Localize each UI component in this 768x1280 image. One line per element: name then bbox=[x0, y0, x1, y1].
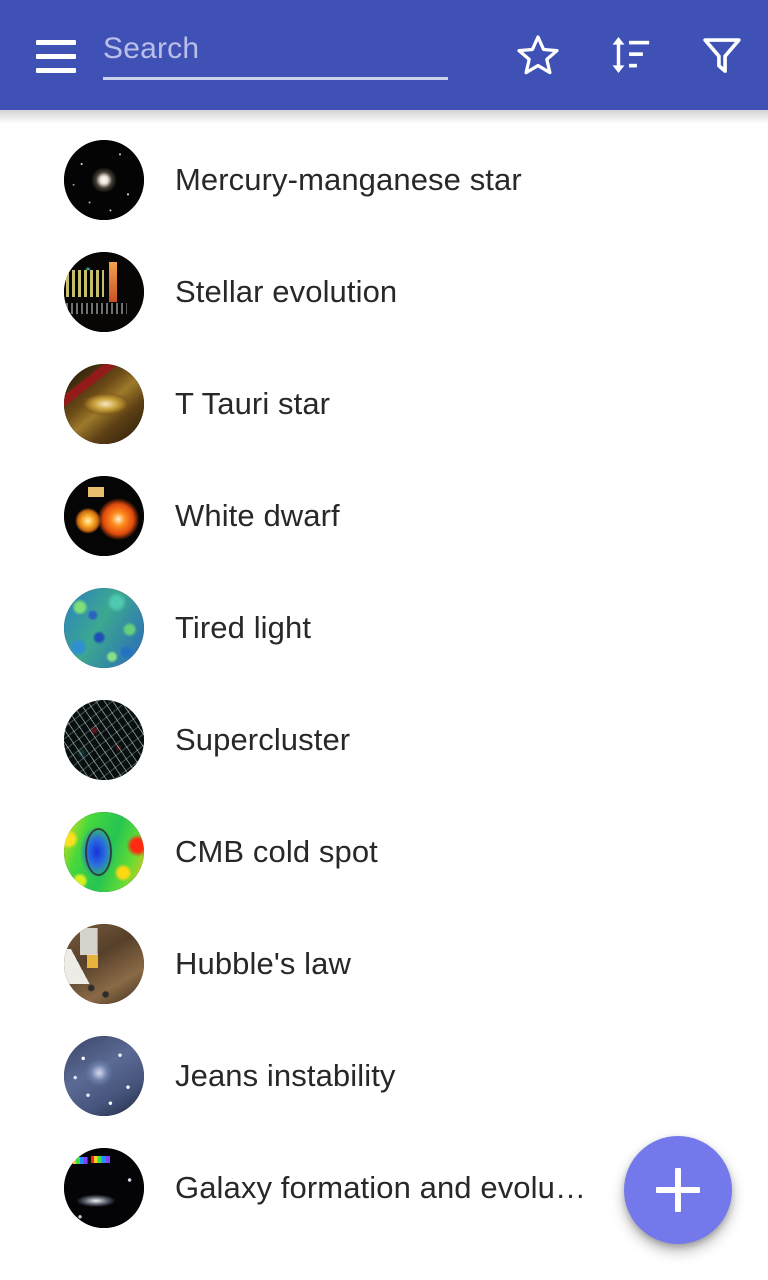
thumbnail-image bbox=[64, 140, 144, 220]
thumbnail-image bbox=[64, 588, 144, 668]
list-item[interactable]: Hubble's law bbox=[0, 908, 768, 1020]
toolbar-shadow bbox=[0, 110, 768, 124]
thumbnail-image bbox=[64, 252, 144, 332]
list-item[interactable]: Jeans instability bbox=[0, 1020, 768, 1132]
list-item-label: Supercluster bbox=[175, 722, 351, 757]
list-item-label: Jeans instability bbox=[175, 1058, 396, 1093]
list-item-label: Stellar evolution bbox=[175, 274, 398, 309]
cold-spot-ellipse-marker bbox=[84, 828, 112, 876]
thumbnail-image bbox=[64, 1036, 144, 1116]
list-item[interactable]: White dwarf bbox=[0, 460, 768, 572]
add-button[interactable] bbox=[624, 1136, 732, 1244]
list-item-label: T Tauri star bbox=[175, 386, 331, 421]
thumbnail-mercury-manganese-star bbox=[64, 140, 144, 220]
hamburger-menu-icon[interactable] bbox=[28, 28, 84, 84]
thumbnail-image bbox=[64, 700, 144, 780]
thumbnail-hubbles-law bbox=[64, 924, 144, 1004]
thumbnail-white-dwarf bbox=[64, 476, 144, 556]
app-root: Mercury-manganese star Stellar evolution T… bbox=[0, 0, 768, 1280]
menu-line bbox=[36, 67, 76, 73]
thumbnail-t-tauri-star bbox=[64, 364, 144, 444]
thumbnail-supercluster bbox=[64, 700, 144, 780]
thumbnail-galaxy-formation-and-evolution bbox=[64, 1148, 144, 1228]
thumbnail-image bbox=[64, 476, 144, 556]
thumbnail-jeans-instability bbox=[64, 1036, 144, 1116]
filter-funnel-icon bbox=[699, 32, 745, 78]
menu-line bbox=[36, 53, 76, 59]
top-app-bar bbox=[0, 0, 768, 110]
search-underline bbox=[103, 77, 448, 80]
list-item[interactable]: CMB cold spot bbox=[0, 796, 768, 908]
thumbnail-tired-light bbox=[64, 588, 144, 668]
list-item[interactable]: Mercury-manganese star bbox=[0, 124, 768, 236]
list-item[interactable]: Supercluster bbox=[0, 684, 768, 796]
list-item-label: Tired light bbox=[175, 610, 312, 645]
toolbar-actions bbox=[492, 0, 768, 110]
sort-button[interactable] bbox=[584, 0, 676, 110]
star-outline-icon bbox=[515, 32, 561, 78]
list-item[interactable]: T Tauri star bbox=[0, 348, 768, 460]
list-item-label: Galaxy formation and evolu… bbox=[175, 1170, 587, 1205]
thumbnail-image bbox=[64, 1148, 144, 1228]
list-item-label: White dwarf bbox=[175, 498, 340, 533]
article-list[interactable]: Mercury-manganese star Stellar evolution T… bbox=[0, 124, 768, 1280]
list-item-label: CMB cold spot bbox=[175, 834, 378, 869]
favorites-button[interactable] bbox=[492, 0, 584, 110]
filter-button[interactable] bbox=[676, 0, 768, 110]
list-item[interactable]: Tired light bbox=[0, 572, 768, 684]
sort-icon bbox=[607, 32, 653, 78]
menu-line bbox=[36, 39, 76, 45]
search-input[interactable] bbox=[103, 24, 448, 74]
thumbnail-stellar-evolution bbox=[64, 252, 144, 332]
search-field[interactable] bbox=[103, 24, 448, 80]
thumbnail-cmb-cold-spot bbox=[64, 812, 144, 892]
list-item[interactable]: Stellar evolution bbox=[0, 236, 768, 348]
list-item-label: Hubble's law bbox=[175, 946, 351, 981]
plus-icon bbox=[656, 1168, 700, 1212]
thumbnail-image bbox=[64, 924, 144, 1004]
thumbnail-image bbox=[64, 364, 144, 444]
list-item-label: Mercury-manganese star bbox=[175, 162, 522, 197]
